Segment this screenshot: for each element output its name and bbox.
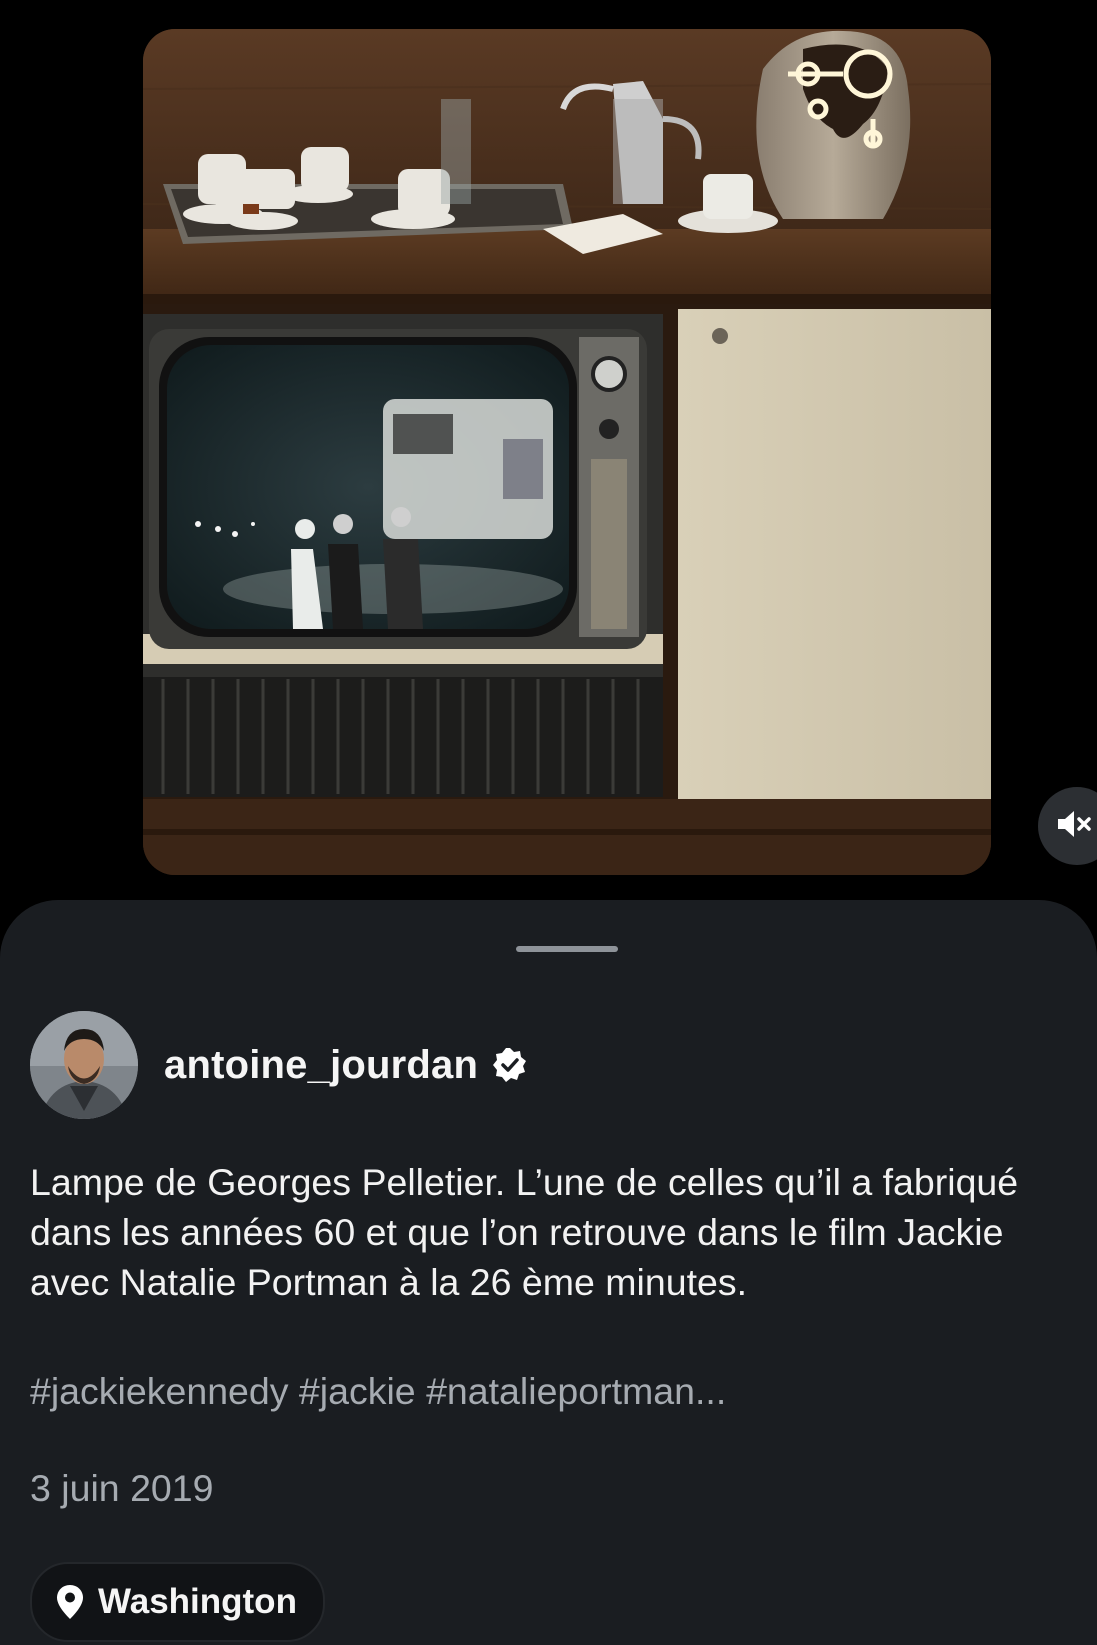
verified-badge-icon [492,1047,528,1083]
location-label: Washington [98,1582,297,1621]
post-details-sheet: antoine_jourdan Lampe de Georges Pelleti… [0,900,1097,1645]
post-caption: Lampe de Georges Pelletier. L’une de cel… [30,1161,1019,1303]
post-hashtags[interactable]: #jackiekennedy #jackie #natalieportman..… [30,1366,726,1416]
avatar[interactable] [30,1011,138,1119]
author-row: antoine_jourdan [30,1011,528,1119]
location-pin-icon [56,1584,84,1620]
mute-button[interactable] [1038,787,1097,865]
post-date: 3 juin 2019 [30,1467,214,1509]
sheet-grabber[interactable] [516,946,618,952]
post-video[interactable] [143,29,991,875]
speaker-muted-icon [1056,809,1092,844]
location-chip[interactable]: Washington [30,1562,325,1642]
video-still-image [143,29,991,875]
author-username[interactable]: antoine_jourdan [164,1043,478,1088]
